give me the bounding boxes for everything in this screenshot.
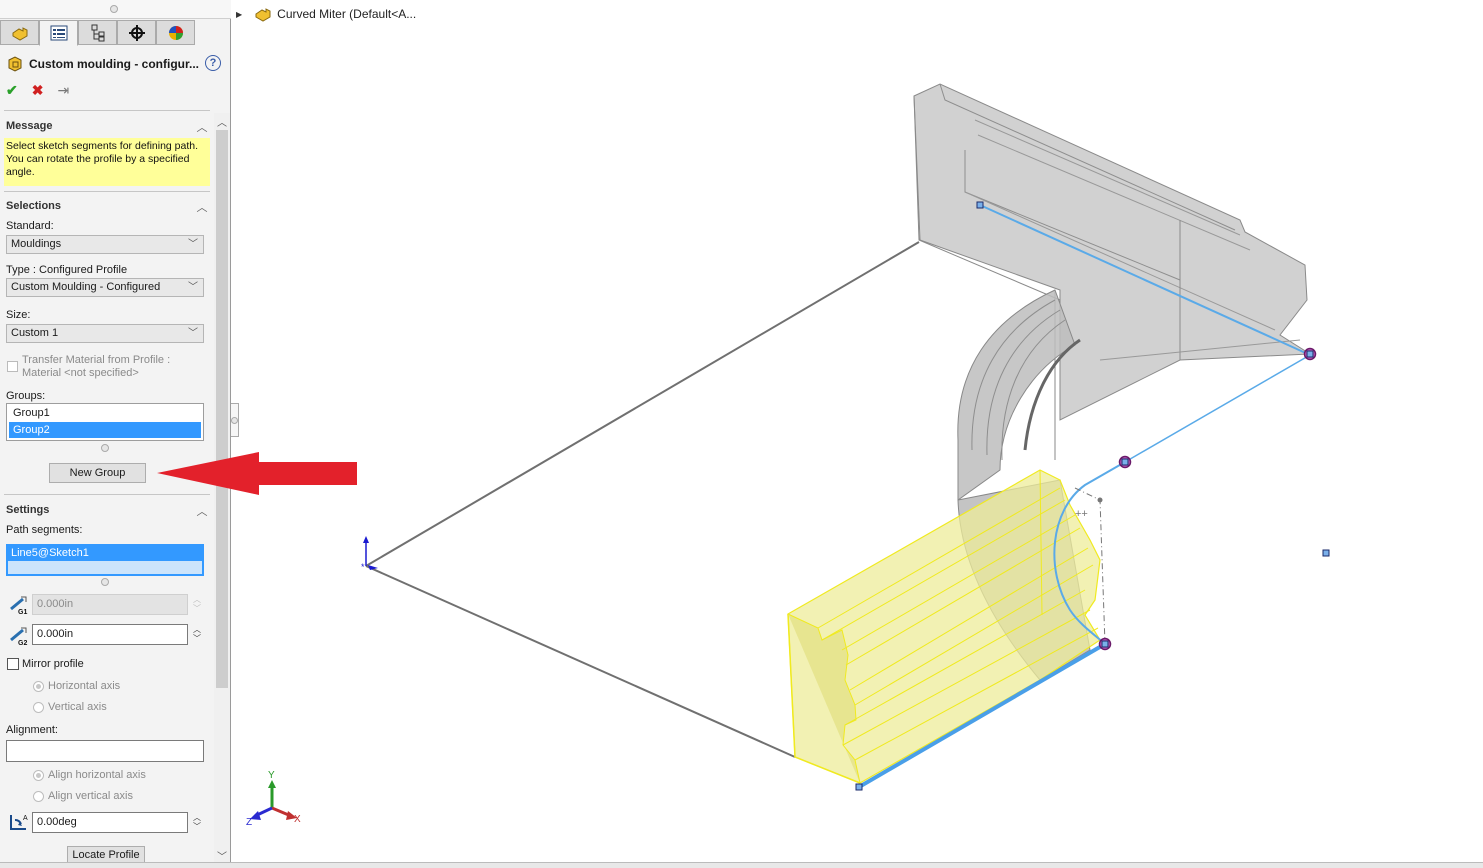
model-view: * ++ Y X Z	[157, 83, 1330, 828]
sketch-origin-icon: *	[361, 536, 378, 572]
bottom-tab-strip	[0, 862, 1483, 868]
annotation-arrow	[157, 452, 357, 495]
sketch-point-marker[interactable]	[1322, 549, 1330, 557]
endpoint-marker[interactable]	[976, 201, 984, 209]
selected-endpoint-marker[interactable]	[1098, 637, 1112, 651]
svg-text:*: *	[361, 562, 365, 572]
svg-text:X: X	[294, 814, 301, 825]
svg-text:Y: Y	[268, 770, 275, 781]
selected-endpoint-marker[interactable]	[1303, 347, 1317, 361]
selected-endpoint-marker[interactable]	[1118, 455, 1132, 469]
endpoint-marker[interactable]	[855, 783, 863, 791]
view-triad-icon: Y X Z	[246, 770, 301, 828]
svg-text:++: ++	[1075, 508, 1088, 520]
svg-text:Z: Z	[246, 817, 252, 828]
